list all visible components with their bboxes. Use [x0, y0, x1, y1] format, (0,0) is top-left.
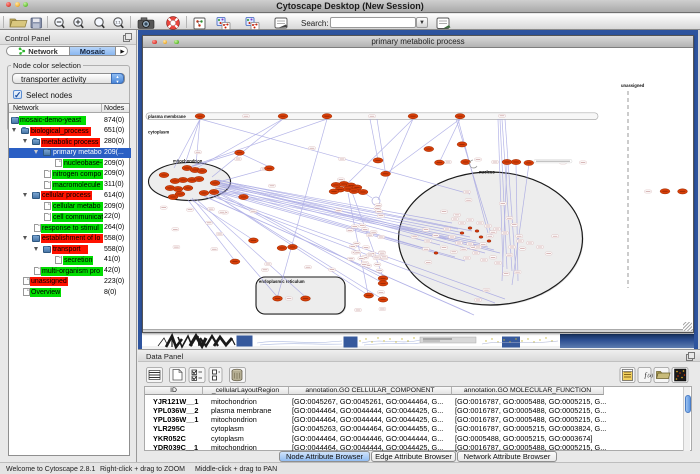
svg-text:(x): (x) [648, 374, 654, 379]
svg-text:1:1: 1:1 [115, 20, 121, 25]
svg-text:plasma membrane: plasma membrane [148, 114, 186, 119]
svg-text:cytoplasm: cytoplasm [148, 130, 169, 135]
svg-text:unassigned: unassigned [621, 83, 645, 88]
svg-text:nucleus: nucleus [479, 170, 495, 175]
